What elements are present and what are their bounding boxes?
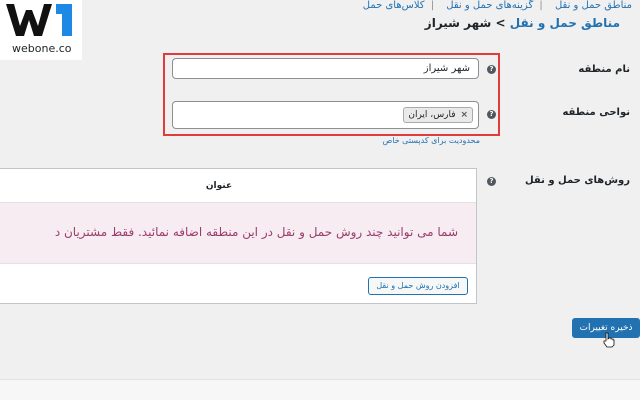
webone-logo-icon (6, 4, 72, 36)
shipping-methods-table: عنوان شما می توانید چند روش حمل و نقل در… (0, 168, 477, 304)
breadcrumb-current: شهر شیراز (424, 16, 492, 30)
highlight-frame (163, 53, 500, 136)
top-nav-links: مناطق حمل و نقل | گزینه‌های حمل و نقل | … (357, 0, 632, 11)
limit-postcodes-link[interactable]: محدودیت برای کدپستی خاص (383, 136, 480, 145)
nav-separator: | (539, 0, 543, 11)
nav-link-classes[interactable]: کلاس‌های حمل (363, 0, 425, 11)
breadcrumb-parent-link[interactable]: مناطق حمل و نقل (510, 16, 620, 30)
add-shipping-method-button[interactable]: افزودن روش حمل و نقل (368, 277, 468, 295)
zone-name-label: نام منطقه (578, 64, 630, 75)
page-title: مناطق حمل و نقل > شهر شیراز (425, 16, 620, 30)
notice-message: شما می توانید چند روش حمل و نقل در این م… (54, 225, 458, 239)
hand-cursor-icon (603, 332, 615, 348)
nav-link-options[interactable]: گزینه‌های حمل و نقل (446, 0, 533, 11)
table-column-title: عنوان (205, 181, 233, 191)
table-notice-row: شما می توانید چند روش حمل و نقل در این م… (0, 202, 476, 264)
brand-logo-text: webone.co (12, 42, 72, 55)
footer-strip (0, 379, 640, 400)
help-icon[interactable]: ? (487, 177, 496, 186)
nav-separator: | (430, 0, 435, 11)
zone-regions-label: نواحی منطقه (562, 107, 630, 118)
breadcrumb-separator: > (495, 16, 506, 30)
nav-link-zones[interactable]: مناطق حمل و نقل (555, 0, 632, 11)
shipping-methods-label: روش‌های حمل و نقل (525, 175, 630, 186)
